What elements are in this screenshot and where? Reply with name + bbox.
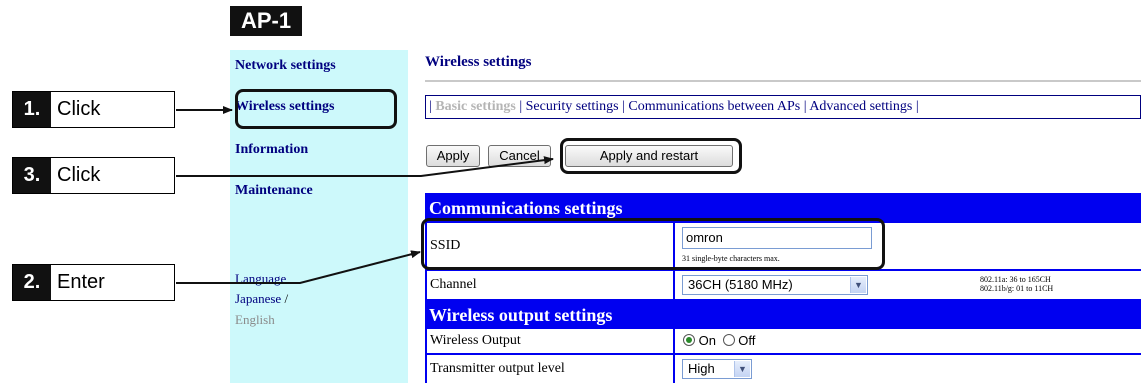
arrow-step-3 bbox=[176, 156, 554, 177]
arrow-step-2 bbox=[176, 250, 421, 284]
callout-connectors bbox=[176, 106, 554, 284]
